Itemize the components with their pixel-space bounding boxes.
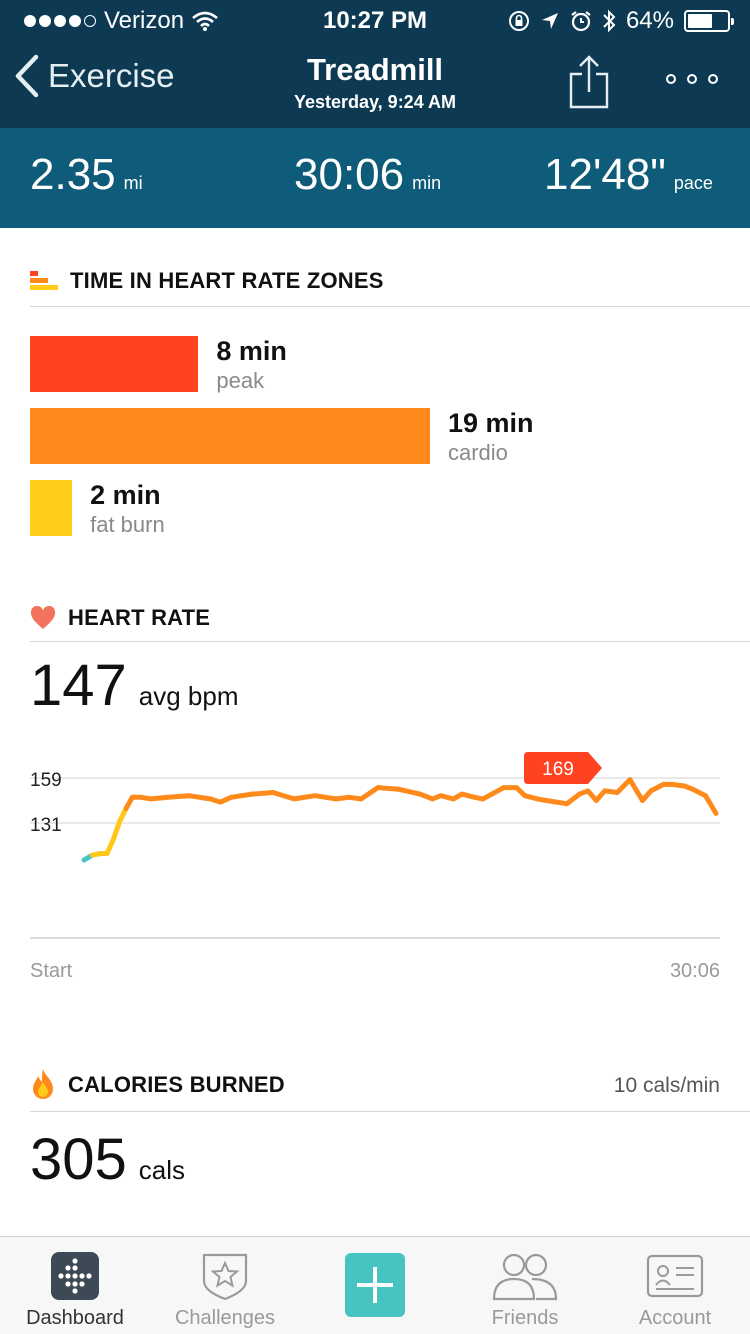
zone-value-cardio: 19 min bbox=[448, 408, 534, 438]
heart-rate-segment bbox=[703, 793, 719, 816]
calories-value: 305 bbox=[30, 1127, 127, 1192]
page-title: Treadmill bbox=[306, 52, 444, 87]
tab-label: Dashboard bbox=[26, 1307, 124, 1329]
y-tick-label: 159 bbox=[30, 770, 62, 791]
navigation-bar: Exercise Treadmill Yesterday, 9:24 AM bbox=[0, 40, 750, 128]
duration-stat: 30:06 min bbox=[294, 150, 441, 200]
tab-bar: Dashboard Challenges Friends Account bbox=[0, 1236, 750, 1334]
heart-rate-title: HEART RATE bbox=[68, 605, 211, 630]
avg-bpm-value: 147 bbox=[30, 653, 127, 718]
calories-total: 305 cals bbox=[30, 1126, 185, 1193]
tab-add[interactable] bbox=[300, 1237, 450, 1334]
distance-unit: mi bbox=[123, 173, 143, 193]
calories-rate: 10 cals/min bbox=[613, 1074, 720, 1097]
heart-icon bbox=[30, 606, 56, 629]
more-dot-icon bbox=[666, 74, 676, 84]
more-dot-icon bbox=[708, 74, 718, 84]
tab-label: Challenges bbox=[174, 1307, 276, 1329]
distance-value: 2.35 bbox=[30, 150, 116, 199]
location-arrow-icon bbox=[541, 13, 558, 29]
tab-challenges[interactable]: Challenges bbox=[150, 1237, 300, 1334]
pace-stat: 12'48" pace bbox=[544, 150, 713, 200]
distance-stat: 2.35 mi bbox=[30, 150, 143, 200]
zones-icon bbox=[30, 271, 58, 290]
zone-bar-cardio bbox=[30, 408, 430, 464]
calories-unit: cals bbox=[138, 1155, 186, 1185]
tab-dashboard[interactable]: Dashboard bbox=[0, 1237, 150, 1334]
zones-title: TIME IN HEART RATE ZONES bbox=[70, 268, 384, 293]
tab-friends[interactable]: Friends bbox=[450, 1237, 600, 1334]
heart-rate-segment bbox=[249, 790, 276, 797]
battery-percent: 64% bbox=[625, 7, 674, 34]
heart-rate-header: HEART RATE bbox=[30, 605, 210, 631]
heart-rate-segment bbox=[358, 785, 381, 802]
zone-value-fat-burn: 2 min bbox=[90, 480, 161, 510]
flame-icon bbox=[33, 1069, 53, 1099]
peak-marker-value: 169 bbox=[542, 759, 574, 780]
rotation-lock-icon bbox=[508, 11, 529, 31]
heart-rate-segment bbox=[312, 793, 339, 802]
heart-rate-segment bbox=[291, 793, 318, 802]
divider bbox=[30, 641, 750, 642]
x-end-label: 30:06 bbox=[670, 960, 720, 982]
heart-rate-segment bbox=[165, 793, 192, 800]
zone-label-fat-burn: fat burn bbox=[90, 512, 165, 537]
x-start-label: Start bbox=[30, 960, 73, 982]
heart-rate-segment bbox=[614, 777, 633, 795]
heart-rate-segment bbox=[110, 818, 123, 842]
zone-label-cardio: cardio bbox=[448, 440, 508, 465]
heart-rate-segment bbox=[375, 785, 402, 792]
summary-stats: 2.35 mi 30:06 min 12'48" pace bbox=[0, 128, 750, 228]
battery-icon bbox=[684, 10, 734, 32]
pace-unit: pace bbox=[673, 173, 713, 193]
zone-value-peak: 8 min bbox=[216, 336, 287, 366]
calories-title: CALORIES BURNED bbox=[68, 1072, 285, 1097]
dashboard-icon bbox=[51, 1252, 99, 1300]
zone-bar-peak bbox=[30, 336, 199, 392]
more-options-button[interactable] bbox=[666, 74, 718, 84]
calories-header: CALORIES BURNED bbox=[30, 1068, 285, 1102]
tab-label: Account bbox=[638, 1307, 712, 1329]
zone-bar-fat-burn bbox=[30, 480, 73, 536]
heart-rate-segment bbox=[228, 791, 255, 800]
zone-label-peak: peak bbox=[216, 368, 265, 393]
account-card-icon bbox=[646, 1254, 704, 1298]
friends-icon bbox=[492, 1253, 558, 1301]
avg-heart-rate: 147 avg bpm bbox=[30, 652, 239, 719]
heart-rate-segment bbox=[186, 793, 213, 802]
status-icons: 64% bbox=[508, 7, 734, 35]
heart-rate-segment bbox=[543, 798, 570, 807]
heart-rate-segment bbox=[480, 785, 507, 802]
heart-rate-segment bbox=[270, 790, 297, 802]
page-subtitle: Yesterday, 9:24 AM bbox=[293, 92, 457, 112]
divider bbox=[30, 306, 750, 307]
title-block: Treadmill Yesterday, 9:24 AM bbox=[0, 52, 750, 113]
alarm-icon bbox=[571, 11, 591, 32]
heart-rate-chart[interactable]: 159 131 Start 30:06 169 bbox=[0, 740, 750, 1000]
heart-rate-segment bbox=[627, 777, 645, 803]
plus-icon bbox=[345, 1253, 405, 1317]
top-header: Verizon 10:27 PM 64% Exercise Treadmill … bbox=[0, 0, 750, 128]
tab-label: Friends bbox=[491, 1307, 559, 1329]
share-icon bbox=[569, 55, 609, 109]
more-dot-icon bbox=[687, 74, 697, 84]
duration-unit: min bbox=[412, 173, 442, 193]
status-bar: Verizon 10:27 PM 64% bbox=[0, 0, 750, 40]
zones-header: TIME IN HEART RATE ZONES bbox=[30, 268, 384, 294]
duration-value: 30:06 bbox=[294, 150, 405, 199]
pace-value: 12'48" bbox=[544, 150, 666, 199]
heart-rate-segment bbox=[148, 794, 171, 802]
heart-rate-series bbox=[81, 777, 719, 863]
bluetooth-icon bbox=[603, 9, 616, 33]
peak-marker[interactable]: 169 bbox=[524, 752, 602, 784]
heart-rate-segment bbox=[396, 786, 423, 797]
y-tick-label: 131 bbox=[30, 815, 62, 836]
avg-bpm-unit: avg bpm bbox=[138, 681, 239, 711]
star-badge-icon bbox=[202, 1253, 248, 1301]
divider bbox=[30, 1111, 750, 1112]
share-button[interactable] bbox=[568, 54, 610, 115]
tab-account[interactable]: Account bbox=[600, 1237, 750, 1334]
